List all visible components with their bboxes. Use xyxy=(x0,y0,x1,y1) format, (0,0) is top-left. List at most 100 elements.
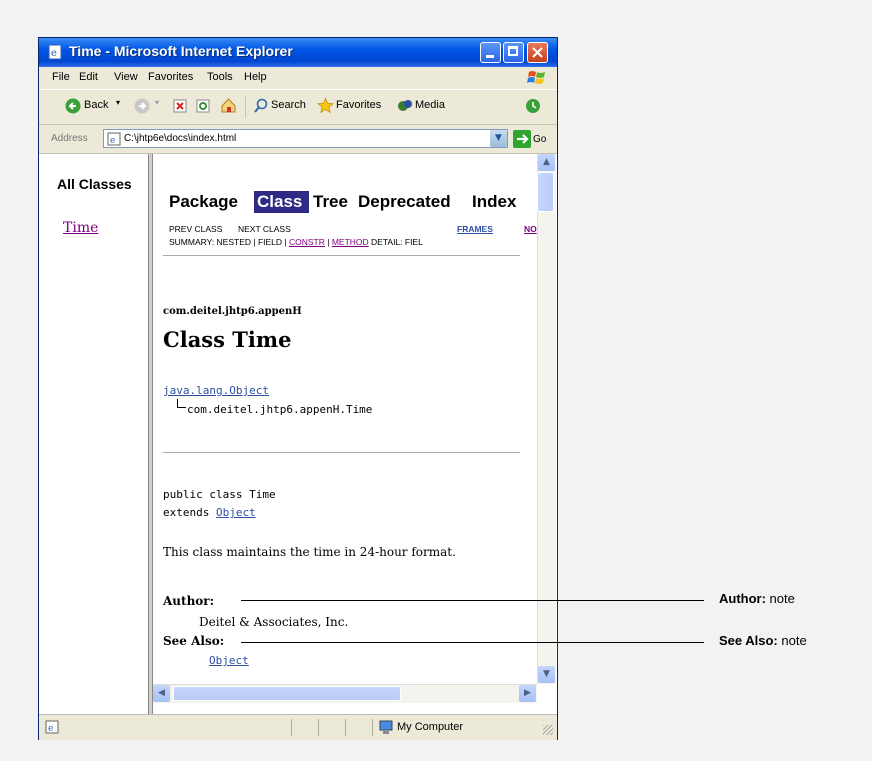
extends-line: extends Object xyxy=(163,506,256,519)
class-link-time[interactable]: Time xyxy=(63,220,98,236)
class-title: Class Time xyxy=(163,327,292,352)
menu-favorites[interactable]: Favorites xyxy=(148,71,193,83)
divider xyxy=(163,255,520,256)
media-button[interactable]: Media xyxy=(415,99,445,111)
my-computer-icon xyxy=(379,720,393,734)
close-icon xyxy=(532,47,543,58)
home-icon[interactable] xyxy=(220,97,237,114)
class-doc-frame: Package Class Tree Deprecated Index PREV… xyxy=(153,154,537,684)
refresh-icon[interactable] xyxy=(196,99,210,113)
go-arrow-icon[interactable] xyxy=(513,130,531,148)
package-name: com.deitel.jhtp6.appenH xyxy=(163,306,302,317)
stop-icon[interactable] xyxy=(173,99,187,113)
summary-prefix: SUMMARY: NESTED | FIELD | xyxy=(169,237,289,247)
see-also-callout-rest: note xyxy=(777,633,807,648)
maximize-button[interactable] xyxy=(503,42,524,63)
svg-text:e: e xyxy=(51,48,57,59)
summary-nav: SUMMARY: NESTED | FIELD | CONSTR | METHO… xyxy=(169,237,423,247)
nav-deprecated[interactable]: Deprecated xyxy=(358,192,451,212)
menu-bar: File Edit View Favorites Tools Help xyxy=(39,67,557,90)
author-callout-line xyxy=(241,600,704,601)
see-also-label: See Also: xyxy=(163,634,225,648)
nav-package[interactable]: Package xyxy=(169,192,238,212)
back-dropdown-icon[interactable]: ▾ xyxy=(116,98,120,107)
author-callout: Author: note xyxy=(719,591,795,606)
method-link[interactable]: METHOD xyxy=(332,237,369,247)
toolbar: Back ▾ ▾ Search Favorites Media xyxy=(39,90,557,125)
window-title: Time - Microsoft Internet Explorer xyxy=(69,43,293,59)
menu-file[interactable]: File xyxy=(52,71,70,83)
address-dropdown-icon[interactable]: ▼ xyxy=(490,130,507,147)
vertical-scroll-thumb[interactable] xyxy=(537,172,554,212)
menu-edit[interactable]: Edit xyxy=(79,71,98,83)
toolbar-separator xyxy=(245,96,246,118)
title-bar[interactable]: e Time - Microsoft Internet Explorer xyxy=(39,38,557,67)
menu-view[interactable]: View xyxy=(114,71,138,83)
security-zone: My Computer xyxy=(397,721,464,733)
author-callout-rest: note xyxy=(765,591,795,606)
inheritance-corner-icon xyxy=(177,399,186,408)
nav-tree[interactable]: Tree xyxy=(313,192,348,212)
minimize-icon xyxy=(486,55,494,58)
menu-help[interactable]: Help xyxy=(244,71,267,83)
vertical-scrollbar[interactable] xyxy=(537,154,556,684)
windows-logo-icon xyxy=(527,71,545,84)
detail-nav: DETAIL: FIEL xyxy=(371,237,423,247)
go-button[interactable]: Go xyxy=(533,134,546,145)
back-arrow-icon xyxy=(65,98,81,114)
see-also-link[interactable]: Object xyxy=(209,654,249,667)
ie-page-icon: e xyxy=(48,44,62,60)
resize-grip-icon[interactable] xyxy=(543,725,553,735)
svg-text:e: e xyxy=(110,136,115,146)
see-also-callout-bold: See Also: xyxy=(719,633,778,648)
content-area: All Classes Time Package Class Tree Depr… xyxy=(39,154,557,714)
all-classes-frame: All Classes Time xyxy=(39,154,149,714)
scroll-down-icon[interactable]: ▼ xyxy=(538,666,555,683)
scroll-right-icon[interactable]: ▶ xyxy=(519,685,536,702)
extends-keyword: extends xyxy=(163,506,216,519)
divider xyxy=(163,452,520,453)
status-separator xyxy=(291,719,292,736)
frames-link[interactable]: FRAMES xyxy=(457,224,493,234)
author-value: Deitel & Associates, Inc. xyxy=(199,615,349,629)
class-declaration: public class Time xyxy=(163,488,276,501)
see-also-callout-line xyxy=(241,642,704,643)
next-class-label: NEXT CLASS xyxy=(238,224,291,234)
prev-class-label: PREV CLASS xyxy=(169,224,223,234)
nav-class: Class xyxy=(257,192,303,211)
back-button[interactable]: Back xyxy=(84,99,108,111)
status-separator xyxy=(345,719,346,736)
maximize-icon xyxy=(508,46,518,56)
svg-text:e: e xyxy=(48,724,53,734)
status-separator xyxy=(318,719,319,736)
address-bar: Address C:\jhtp6e\docs\index.html e ▼ Go xyxy=(39,125,557,154)
horizontal-scroll-thumb[interactable] xyxy=(173,686,401,701)
extends-object-link[interactable]: Object xyxy=(216,506,256,519)
status-bar: e My Computer xyxy=(39,714,557,740)
scroll-left-icon[interactable]: ◀ xyxy=(153,685,170,702)
minimize-button[interactable] xyxy=(480,42,501,63)
forward-arrow-icon[interactable] xyxy=(134,98,150,114)
search-button[interactable]: Search xyxy=(271,99,306,111)
all-classes-heading: All Classes xyxy=(57,176,132,192)
browser-window: e Time - Microsoft Internet Explorer Fil… xyxy=(38,37,558,740)
page-icon: e xyxy=(107,132,121,146)
search-icon xyxy=(254,98,268,113)
address-input[interactable]: C:\jhtp6e\docs\index.html xyxy=(103,129,508,148)
page-status-icon: e xyxy=(45,720,59,734)
noframes-link[interactable]: NO xyxy=(524,224,537,234)
nav-index[interactable]: Index xyxy=(472,192,516,212)
inheritance-root-link[interactable]: java.lang.Object xyxy=(163,384,269,397)
author-label: Author: xyxy=(163,594,215,608)
favorites-button[interactable]: Favorites xyxy=(336,99,381,111)
forward-dropdown-icon[interactable]: ▾ xyxy=(155,98,159,107)
constr-link[interactable]: CONSTR xyxy=(289,237,325,247)
history-icon[interactable] xyxy=(525,98,541,114)
scroll-up-icon[interactable]: ▲ xyxy=(538,154,555,171)
close-button[interactable] xyxy=(527,42,548,63)
author-callout-bold: Author: xyxy=(719,591,766,606)
status-separator xyxy=(372,719,373,736)
inheritance-child: com.deitel.jhtp6.appenH.Time xyxy=(187,403,373,416)
see-also-callout: See Also: note xyxy=(719,633,807,648)
menu-tools[interactable]: Tools xyxy=(207,71,233,83)
